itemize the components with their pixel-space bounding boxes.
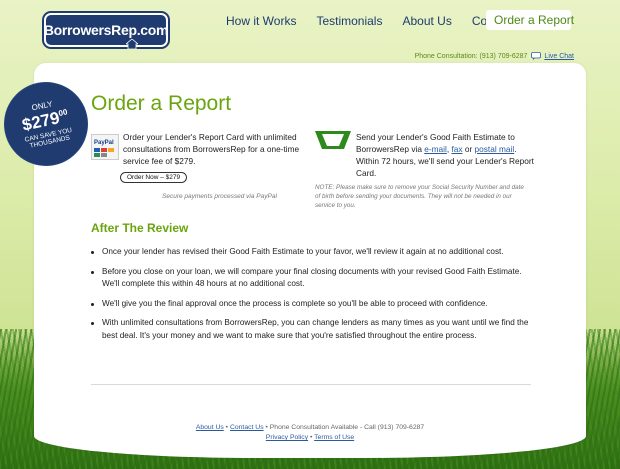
- list-item: Once your lender has revised their Good …: [91, 246, 531, 259]
- postal-mail-link[interactable]: postal mail: [475, 144, 515, 154]
- svg-text:PayPal: PayPal: [94, 140, 114, 146]
- order-now-button[interactable]: Order Now – $279: [120, 172, 188, 183]
- footer-links: About Us • Contact Us • Phone Consultati…: [0, 424, 620, 431]
- list-item: Before you close on your loan, we will c…: [91, 266, 531, 291]
- send-estimate-description: Send your Lender's Good Faith Estimate t…: [356, 131, 536, 179]
- list-item: We'll give you the final approval once t…: [91, 298, 531, 311]
- order-report-nav-label: Order a Report: [494, 13, 575, 27]
- nav-how-it-works[interactable]: How it Works: [226, 14, 296, 28]
- secure-payments-note: Secure payments processed via PayPal: [162, 193, 277, 200]
- live-chat-link[interactable]: Live Chat: [544, 53, 574, 60]
- site-logo[interactable]: BorrowersRep.com: [44, 13, 168, 47]
- footer-consult-text: • Phone Consultation Available - Call (9…: [263, 424, 425, 431]
- order-report-nav-button[interactable]: Order a Report: [486, 10, 575, 30]
- phone-consultation: Phone Consultation: (913) 709-6287 Live …: [415, 52, 574, 60]
- badge-cents: 00: [57, 107, 69, 118]
- paypal-cards-icon: PayPal: [91, 134, 119, 160]
- logo-text: BorrowersRep.com: [43, 22, 169, 38]
- send-sep2: or: [462, 144, 475, 154]
- after-review-heading: After The Review: [91, 221, 189, 235]
- footer-contact-link[interactable]: Contact Us: [230, 424, 264, 431]
- consult-text: Phone Consultation: (913) 709-6287: [414, 52, 528, 60]
- footer-about-link[interactable]: About Us: [196, 424, 224, 431]
- nav-about-us[interactable]: About Us: [402, 14, 451, 28]
- privacy-note: NOTE: Please make sure to remove your So…: [315, 184, 524, 209]
- nav-testimonials[interactable]: Testimonials: [316, 14, 382, 28]
- chat-bubble-icon: [531, 52, 542, 60]
- house-icon: [126, 39, 138, 49]
- page-title: Order a Report: [91, 92, 232, 115]
- report-card-description: Order your Lender's Report Card with unl…: [123, 132, 300, 166]
- after-review-list: Once your lender has revised their Good …: [91, 246, 531, 349]
- fax-link[interactable]: fax: [451, 144, 462, 154]
- terms-of-use-link[interactable]: Terms of Use: [314, 434, 354, 441]
- list-item: With unlimited consultations from Borrow…: [91, 317, 531, 342]
- document-tray-icon: [315, 131, 351, 149]
- email-link[interactable]: e-mail: [424, 144, 447, 154]
- privacy-policy-link[interactable]: Privacy Policy: [266, 434, 308, 441]
- content-divider: [91, 384, 531, 385]
- footer-legal: Privacy Policy • Terms of Use: [0, 434, 620, 441]
